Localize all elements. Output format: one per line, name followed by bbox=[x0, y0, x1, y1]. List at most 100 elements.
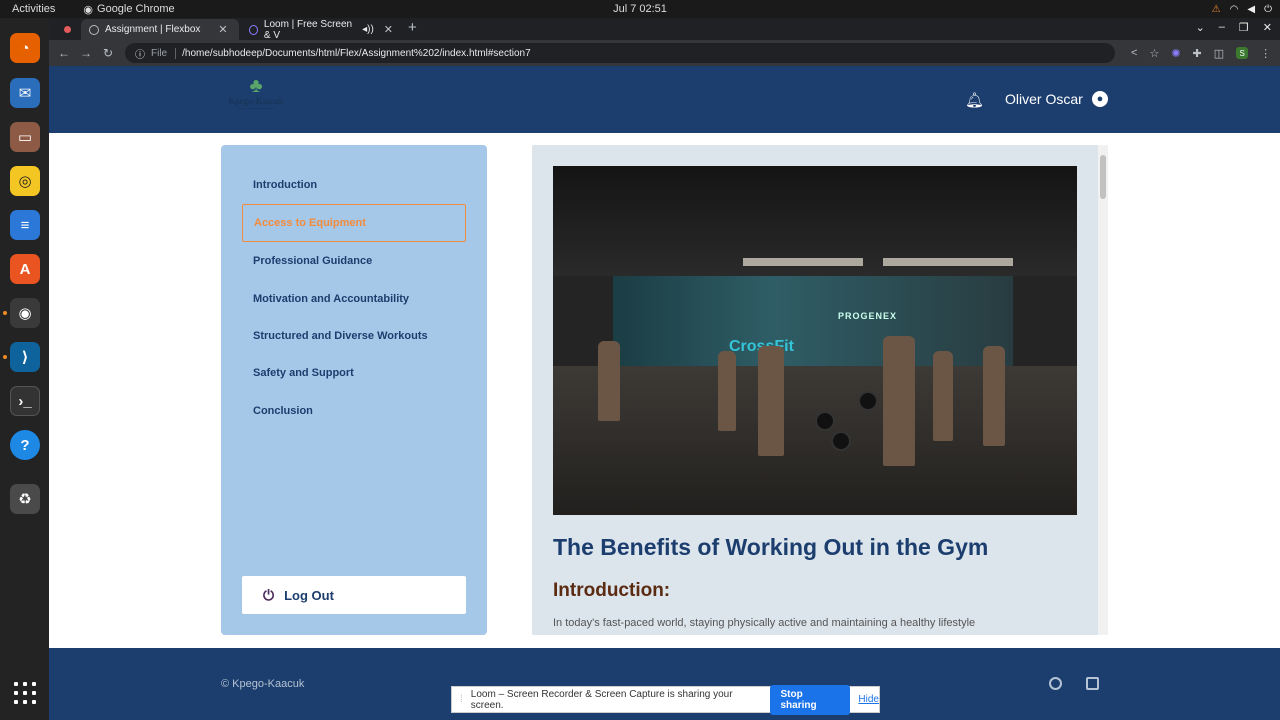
logo-tagline: ——————— bbox=[236, 106, 276, 112]
minimize-button[interactable]: – bbox=[1219, 21, 1225, 34]
sidebar-item-access-to-equipment[interactable]: Access to Equipment bbox=[242, 204, 466, 242]
section-heading: Introduction: bbox=[553, 580, 671, 601]
close-window-button[interactable]: ✕ bbox=[1263, 21, 1272, 34]
power-icon: ⏻ bbox=[263, 586, 275, 603]
writer-icon[interactable]: ≡ bbox=[10, 210, 40, 240]
sidebar-item-conclusion[interactable]: Conclusion bbox=[242, 392, 466, 430]
wifi-icon: ◠ bbox=[1229, 3, 1239, 15]
logout-label: Log Out bbox=[284, 587, 334, 603]
tab-loom[interactable]: Loom | Free Screen & V ◂)) ✕ bbox=[241, 18, 401, 41]
sidebar-item-structured-workouts[interactable]: Structured and Diverse Workouts bbox=[242, 317, 466, 355]
browser-frame: Assignment | Flexbox ✕ Loom | Free Scree… bbox=[49, 18, 1280, 66]
tab-title: Assignment | Flexbox bbox=[105, 24, 201, 35]
files-icon[interactable]: ▭ bbox=[10, 122, 40, 152]
forward-button[interactable]: → bbox=[75, 46, 97, 60]
site-logo[interactable]: ♣ Kpego-Kaacuk ——————— bbox=[221, 76, 291, 120]
loom-icon bbox=[249, 24, 258, 35]
gym-person bbox=[718, 351, 736, 431]
site-header: ♣ Kpego-Kaacuk ——————— 🔔︎ Oliver Oscar ● bbox=[49, 66, 1280, 133]
help-icon[interactable]: ? bbox=[10, 430, 40, 460]
copyright: © Kpego-Kaacuk bbox=[221, 678, 305, 690]
tab-strip: Assignment | Flexbox ✕ Loom | Free Scree… bbox=[49, 18, 1280, 41]
chrome-icon: ◉ bbox=[83, 3, 94, 16]
volume-icon: ◀ bbox=[1247, 3, 1256, 15]
scrollbar-thumb[interactable] bbox=[1100, 155, 1106, 199]
barbell-plate bbox=[858, 391, 878, 411]
gym-person bbox=[983, 346, 1005, 446]
tab-assignment[interactable]: Assignment | Flexbox ✕ bbox=[81, 19, 239, 40]
recording-dot bbox=[64, 26, 71, 33]
leaf-logo-icon: ♣ bbox=[249, 75, 263, 97]
gym-person bbox=[598, 341, 620, 421]
gym-hero-image: PROGENEX CrossFit bbox=[553, 166, 1077, 515]
user-circle-icon[interactable]: ● bbox=[1092, 91, 1108, 107]
share-icon[interactable]: < bbox=[1131, 47, 1137, 59]
url-text: /home/subhodeep/Documents/html/Flex/Assi… bbox=[182, 47, 531, 59]
maximize-button[interactable]: ❐ bbox=[1239, 21, 1249, 34]
browser-toolbar: ← → ↻ ⓘ File /home/subhodeep/Documents/h… bbox=[49, 40, 1280, 66]
facebook-icon[interactable] bbox=[1049, 677, 1062, 690]
logout-button[interactable]: ⏻ Log Out bbox=[242, 576, 466, 614]
running-indicator bbox=[3, 311, 7, 315]
system-tray[interactable]: ⚠ ◠ ◀ ⏻ bbox=[1212, 0, 1272, 18]
gym-person bbox=[933, 351, 953, 441]
software-center-icon[interactable]: A bbox=[10, 254, 40, 284]
menu-icon[interactable]: ⋮ bbox=[1260, 47, 1271, 60]
gym-wall bbox=[613, 276, 1013, 366]
clock[interactable]: Jul 7 02:51 bbox=[0, 3, 1280, 15]
toolbar-icons: < ☆ ✺ ✚ ◫ S ⋮ bbox=[1131, 47, 1271, 60]
article-text: In today's fast-paced world, staying phy… bbox=[553, 617, 976, 629]
address-bar[interactable]: ⓘ File /home/subhodeep/Documents/html/Fl… bbox=[125, 43, 1115, 63]
running-indicator bbox=[3, 355, 7, 359]
chrome-dock-icon[interactable]: ◉ bbox=[10, 298, 40, 328]
firefox-icon[interactable]: ◔ bbox=[10, 33, 40, 63]
trash-icon[interactable]: ♻ bbox=[10, 484, 40, 514]
brand-name: Kpego-Kaacuk bbox=[228, 96, 284, 106]
sidebar-item-professional-guidance[interactable]: Professional Guidance bbox=[242, 242, 466, 280]
thunderbird-icon[interactable]: ✉ bbox=[10, 78, 40, 108]
app-name: Google Chrome bbox=[97, 3, 175, 15]
address-scheme: File bbox=[151, 47, 177, 59]
show-apps-icon[interactable] bbox=[14, 682, 36, 704]
sidebar-item-motivation[interactable]: Motivation and Accountability bbox=[242, 280, 466, 318]
bookmark-star-icon[interactable]: ☆ bbox=[1149, 47, 1159, 60]
sidebar-item-introduction[interactable]: Introduction bbox=[242, 166, 466, 204]
new-tab-button[interactable]: + bbox=[408, 19, 417, 36]
extensions-icon[interactable]: ✚ bbox=[1193, 47, 1202, 60]
app-menu[interactable]: ◉ Google Chrome bbox=[83, 3, 174, 16]
globe-icon bbox=[89, 24, 99, 35]
tab-search-icon[interactable]: ⌄ bbox=[1196, 21, 1205, 34]
vscode-icon[interactable]: ⟩ bbox=[10, 342, 40, 372]
bell-icon[interactable]: 🔔︎ bbox=[965, 91, 984, 109]
close-icon[interactable]: ✕ bbox=[218, 23, 227, 36]
back-button[interactable]: ← bbox=[53, 46, 75, 60]
content-scrollbar[interactable] bbox=[1098, 145, 1108, 635]
loom-extension-icon[interactable]: ✺ bbox=[1171, 47, 1180, 60]
sidebar: Introduction Access to Equipment Profess… bbox=[221, 145, 487, 635]
activities-button[interactable]: Activities bbox=[0, 3, 67, 15]
tab-title: Loom | Free Screen & V bbox=[263, 18, 353, 41]
os-top-bar: Activities ◉ Google Chrome Jul 7 02:51 ⚠… bbox=[0, 0, 1280, 18]
audio-icon: ◂)) bbox=[362, 24, 374, 35]
ceiling-light bbox=[883, 258, 1013, 266]
close-icon[interactable]: ✕ bbox=[384, 23, 393, 36]
rhythmbox-icon[interactable]: ◎ bbox=[10, 166, 40, 196]
twitter-icon[interactable] bbox=[1086, 677, 1099, 690]
dock: ◔ ✉ ▭ ◎ ≡ A ◉ ⟩ ›_ ? ♻ bbox=[0, 18, 49, 720]
terminal-icon[interactable]: ›_ bbox=[10, 386, 40, 416]
profile-avatar-icon[interactable]: S bbox=[1236, 47, 1249, 59]
info-icon: ⓘ bbox=[135, 49, 145, 61]
drag-handle-icon[interactable]: ⁞ bbox=[460, 694, 463, 705]
content-panel[interactable]: PROGENEX CrossFit The Benefits of Workin… bbox=[532, 145, 1108, 635]
gym-person bbox=[758, 346, 784, 456]
stop-sharing-button[interactable]: Stop sharing bbox=[770, 684, 851, 715]
web-page: ♣ Kpego-Kaacuk ——————— 🔔︎ Oliver Oscar ●… bbox=[49, 66, 1280, 720]
barbell-plate bbox=[831, 431, 851, 451]
reload-button[interactable]: ↻ bbox=[97, 46, 119, 60]
sidebar-item-safety-support[interactable]: Safety and Support bbox=[242, 354, 466, 392]
side-panel-icon[interactable]: ◫ bbox=[1214, 47, 1224, 60]
barbell-plate bbox=[815, 411, 835, 431]
article-title: The Benefits of Working Out in the Gym bbox=[553, 534, 989, 560]
username[interactable]: Oliver Oscar bbox=[1005, 91, 1083, 107]
hide-link[interactable]: Hide bbox=[858, 694, 879, 705]
